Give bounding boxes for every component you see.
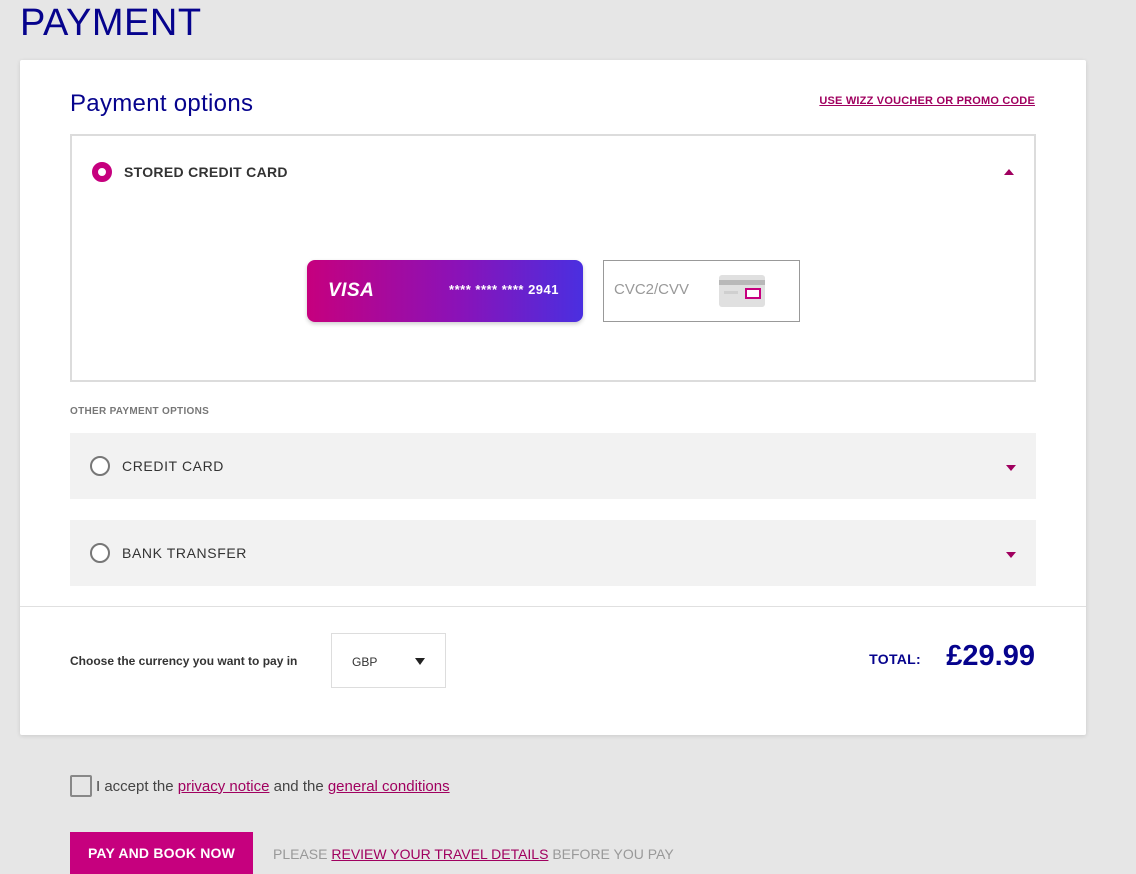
terms-row: I accept the privacy notice and the gene… (70, 775, 450, 797)
review-note: PLEASE REVIEW YOUR TRAVEL DETAILS BEFORE… (273, 846, 674, 862)
total-value: £29.99 (946, 640, 1035, 672)
visa-logo: VISA (328, 280, 375, 301)
masked-card-number: **** **** **** 2941 (449, 282, 559, 297)
bank-transfer-option[interactable]: BANK TRANSFER (70, 520, 1036, 586)
caret-down-icon (415, 658, 425, 665)
review-travel-details-link[interactable]: REVIEW YOUR TRAVEL DETAILS (331, 846, 548, 862)
terms-middle: and the (273, 777, 324, 795)
general-conditions-link[interactable]: general conditions (328, 778, 450, 795)
credit-card-radio[interactable] (90, 456, 110, 476)
cvc-field[interactable] (603, 260, 800, 322)
review-suffix: BEFORE YOU PAY (552, 846, 674, 862)
chevron-down-icon[interactable] (1006, 465, 1016, 471)
credit-card-cvc-icon (719, 275, 765, 307)
section-title: Payment options (70, 90, 254, 117)
voucher-link[interactable]: USE WIZZ VOUCHER OR PROMO CODE (819, 95, 1035, 107)
page-title: PAYMENT (20, 2, 202, 44)
pay-and-book-button[interactable]: PAY AND BOOK NOW (70, 832, 253, 874)
terms-prefix: I accept the (96, 777, 174, 795)
stored-card-radio[interactable] (92, 162, 112, 182)
other-payment-options-label: OTHER PAYMENT OPTIONS (70, 406, 210, 417)
cvc-input[interactable] (614, 281, 714, 298)
stored-card-label: STORED CREDIT CARD (124, 164, 288, 180)
review-prefix: PLEASE (273, 846, 328, 862)
chevron-down-icon[interactable] (1006, 552, 1016, 558)
credit-card-option[interactable]: CREDIT CARD (70, 433, 1036, 499)
currency-label: Choose the currency you want to pay in (70, 654, 298, 668)
currency-select[interactable]: GBP (331, 633, 446, 688)
payment-card: Payment options USE WIZZ VOUCHER OR PROM… (20, 60, 1086, 735)
divider (20, 606, 1086, 607)
credit-card-label: CREDIT CARD (122, 458, 225, 474)
visa-card[interactable]: VISA **** **** **** 2941 (307, 260, 583, 322)
bank-transfer-radio[interactable] (90, 543, 110, 563)
terms-checkbox[interactable] (70, 775, 92, 797)
stored-card-option[interactable]: STORED CREDIT CARD (92, 162, 288, 182)
privacy-notice-link[interactable]: privacy notice (178, 778, 270, 795)
chevron-up-icon[interactable] (1004, 169, 1014, 175)
total-label: TOTAL: (869, 651, 921, 667)
bank-transfer-label: BANK TRANSFER (122, 545, 248, 561)
currency-value: GBP (352, 655, 378, 669)
stored-card-panel: STORED CREDIT CARD VISA **** **** **** 2… (70, 134, 1036, 382)
